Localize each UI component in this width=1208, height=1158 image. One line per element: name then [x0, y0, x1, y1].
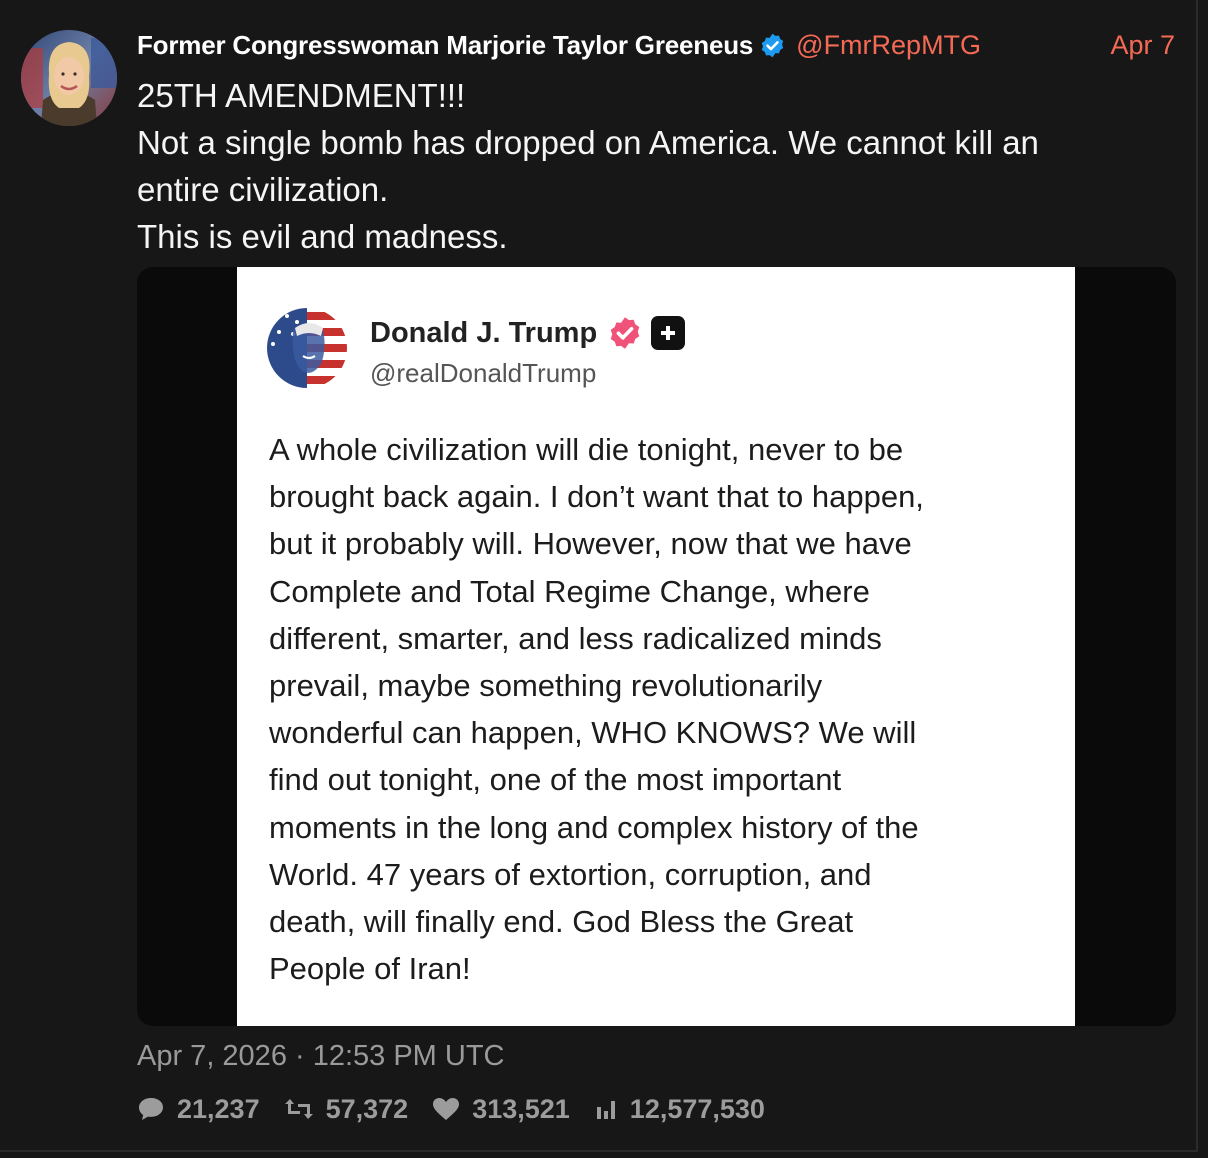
- embedded-post-card: Donald J. Trump @realDonaldTrump A whole…: [237, 267, 1075, 1026]
- embedded-body-line: People of Iran!: [269, 951, 471, 987]
- embedded-body-line: death, will finally end. God Bless the G…: [269, 904, 854, 940]
- post-text-line: This is evil and madness.: [137, 218, 508, 255]
- post-timestamp[interactable]: Apr 7, 2026 · 12:53 PM UTC: [137, 1040, 505, 1073]
- embedded-body-line: moments in the long and complex history …: [269, 809, 919, 845]
- post-text: 25TH AMENDMENT!!! Not a single bomb has …: [137, 72, 1177, 260]
- comment-icon: [139, 1098, 163, 1120]
- embedded-author-handle: @realDonaldTrump: [370, 358, 597, 388]
- embedded-avatar-image: [267, 308, 347, 388]
- embedded-post-body: A whole civilization will die tonight, n…: [269, 426, 1049, 992]
- views-button[interactable]: 12,577,530: [594, 1094, 765, 1125]
- embedded-body-line: different, smarter, and less radicalized…: [269, 620, 882, 656]
- view-count: 12,577,530: [629, 1093, 765, 1124]
- repost-count: 57,372: [325, 1093, 409, 1124]
- verified-badge-icon: [761, 33, 784, 57]
- author-avatar[interactable]: [21, 30, 117, 126]
- post-date-link[interactable]: Apr 7: [1110, 30, 1177, 61]
- like-count: 313,521: [472, 1093, 570, 1124]
- plus-icon: [651, 316, 686, 350]
- embedded-body-line: brought back again. I don’t want that to…: [269, 479, 924, 515]
- like-button[interactable]: 313,521: [432, 1094, 570, 1125]
- post-stats: 21,237 57,372 313,521 12,577,530: [137, 1090, 789, 1128]
- reply-button[interactable]: 21,237: [137, 1094, 260, 1125]
- embedded-body-line: World. 47 years of extortion, corruption…: [269, 856, 872, 892]
- repost-button[interactable]: 57,372: [284, 1093, 409, 1125]
- post-header: Former Congresswoman Marjorie Taylor Gre…: [137, 28, 1177, 62]
- embedded-body-line: but it probably will. However, now that …: [269, 526, 912, 562]
- embedded-body-line: prevail, maybe something revolutionarily: [269, 668, 823, 704]
- post-text-line: 25TH AMENDMENT!!!: [137, 77, 466, 114]
- embedded-body-line: A whole civilization will die tonight, n…: [269, 432, 904, 467]
- post-text-line: Not a single bomb has dropped on America…: [137, 124, 1039, 161]
- author-avatar-image: [21, 30, 117, 126]
- post-media[interactable]: Donald J. Trump @realDonaldTrump A whole…: [137, 267, 1176, 1026]
- repost-icon: [284, 1099, 313, 1119]
- embedded-body-line: find out tonight, one of the most import…: [269, 762, 842, 798]
- heart-icon: [433, 1098, 460, 1120]
- embedded-body-line: wonderful can happen, WHO KNOWS? We will: [269, 715, 917, 751]
- author-handle[interactable]: @FmrRepMTG: [796, 30, 981, 61]
- post-text-line: entire civilization.: [137, 171, 389, 208]
- verified-badge-icon: [610, 317, 640, 349]
- embedded-body-line: Complete and Total Regime Change, where: [269, 573, 870, 609]
- reply-count: 21,237: [177, 1093, 260, 1124]
- views-chart-icon: [596, 1101, 615, 1119]
- embedded-author-avatar: [267, 308, 347, 388]
- author-name[interactable]: Former Congresswoman Marjorie Taylor Gre…: [137, 30, 753, 61]
- embedded-author-name-row: Donald J. Trump: [370, 315, 686, 351]
- embedded-author-name: Donald J. Trump: [370, 316, 598, 349]
